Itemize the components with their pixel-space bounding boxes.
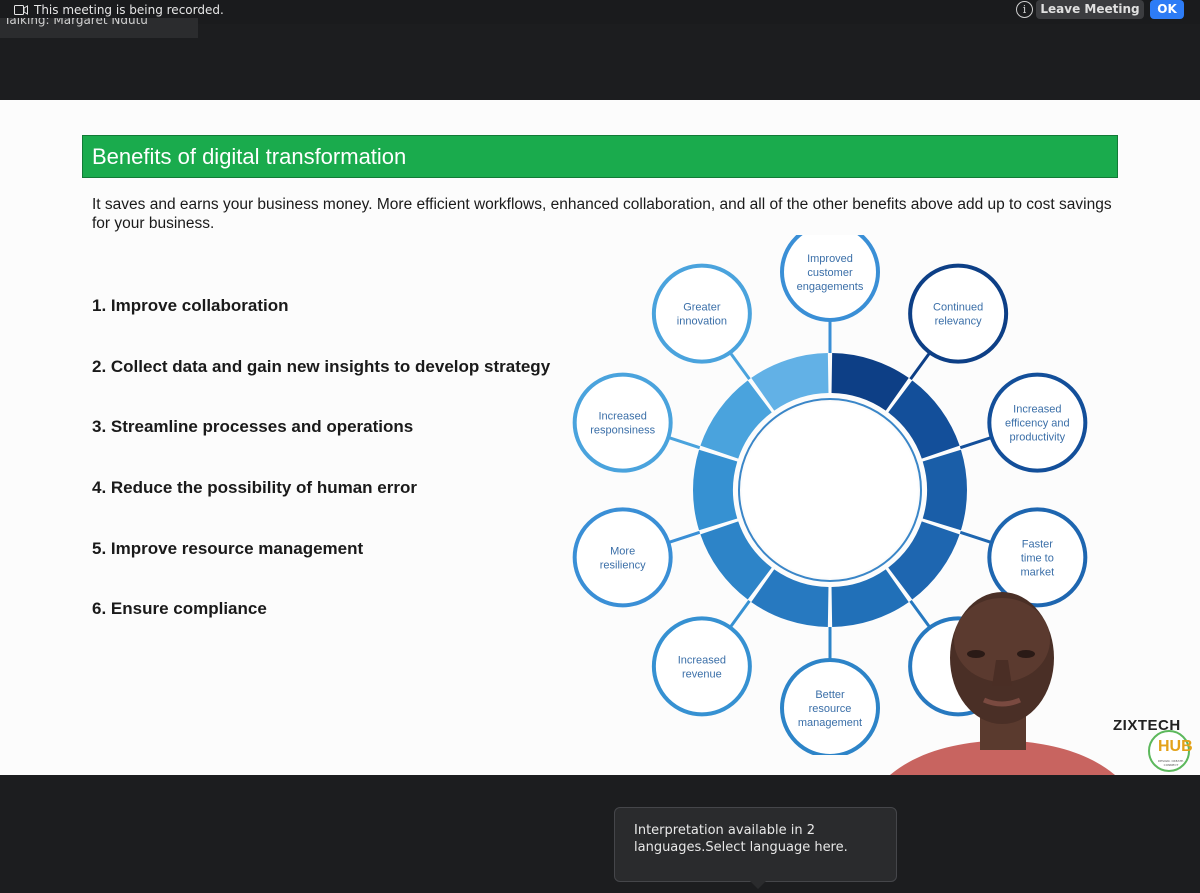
node-connector — [728, 351, 751, 381]
node-label: relevancy — [935, 316, 983, 328]
benefit-item: 4. Reduce the possibility of human error — [92, 478, 417, 497]
node-label: innovation — [677, 316, 727, 328]
talking-text: Talking: Margaret Ndutu — [4, 18, 148, 27]
talking-indicator: Talking: Margaret Ndutu — [0, 18, 198, 38]
presenter-video — [890, 592, 1115, 775]
node-label: Improved — [807, 253, 853, 265]
recording-icon — [14, 5, 28, 15]
node-label: engagements — [797, 281, 864, 293]
node-connector — [667, 436, 701, 450]
node-label: Greater — [683, 302, 721, 314]
node-label: resiliency — [600, 559, 646, 571]
node-label: Better — [815, 689, 845, 701]
node-label: Increased — [599, 411, 647, 423]
slide-title-bar: Benefits of digital transformation — [82, 135, 1118, 178]
benefit-item: 5. Improve resource management — [92, 539, 364, 558]
node-label: Faster — [1022, 538, 1054, 550]
logo-tagline: DESIGN. CREATE. CONNECT — [1157, 759, 1185, 767]
node-label: efficency and — [1005, 418, 1070, 430]
ring-segment — [922, 449, 967, 531]
node-label: resource — [809, 703, 852, 715]
benefit-item: 1. Improve collaboration — [92, 296, 289, 315]
shared-slide: Benefits of digital transformation It sa… — [0, 100, 1200, 775]
node-label: productivity — [1010, 432, 1066, 444]
recording-banner: This meeting is being recorded. — [0, 0, 224, 20]
node-label: Increased — [1013, 404, 1061, 416]
ok-button[interactable]: OK — [1150, 0, 1184, 19]
benefit-item: 2. Collect data and gain new insights to… — [92, 357, 551, 376]
node-connector — [667, 530, 701, 544]
benefit-item: 3. Streamline processes and operations — [92, 417, 414, 436]
zixtech-logo: ZIXTECH HUB DESIGN. CREATE. CONNECT — [1113, 717, 1193, 772]
node-label: customer — [807, 267, 853, 279]
ring-segment — [693, 449, 738, 531]
info-icon[interactable]: i — [1016, 1, 1033, 18]
tooltip-text: Interpretation available in 2 languages.… — [634, 823, 848, 855]
slide-title: Benefits of digital transformation — [92, 144, 407, 169]
node-label: Increased — [678, 654, 726, 666]
logo-badge: HUB DESIGN. CREATE. CONNECT — [1148, 730, 1193, 772]
slide-body-text: It saves and earns your business money. … — [92, 196, 1112, 232]
ring-center — [742, 402, 918, 578]
node-connector — [959, 530, 993, 544]
node-label: Continued — [933, 302, 983, 314]
benefit-item: 6. Ensure compliance — [92, 599, 267, 618]
interpretation-tooltip[interactable]: Interpretation available in 2 languages.… — [614, 807, 897, 882]
node-label: management — [798, 717, 862, 729]
node-connector — [909, 351, 932, 381]
logo-hub-text: HUB — [1158, 738, 1193, 755]
tooltip-arrow — [750, 881, 766, 889]
node-label: responsiness — [590, 425, 655, 437]
node-label: revenue — [682, 668, 722, 680]
node-label: time to — [1021, 552, 1054, 564]
node-connector — [728, 599, 751, 629]
recording-text: This meeting is being recorded. — [34, 3, 224, 17]
leave-meeting-button[interactable]: Leave Meeting — [1036, 0, 1144, 19]
node-connector — [959, 436, 993, 450]
node-label: More — [610, 545, 635, 557]
